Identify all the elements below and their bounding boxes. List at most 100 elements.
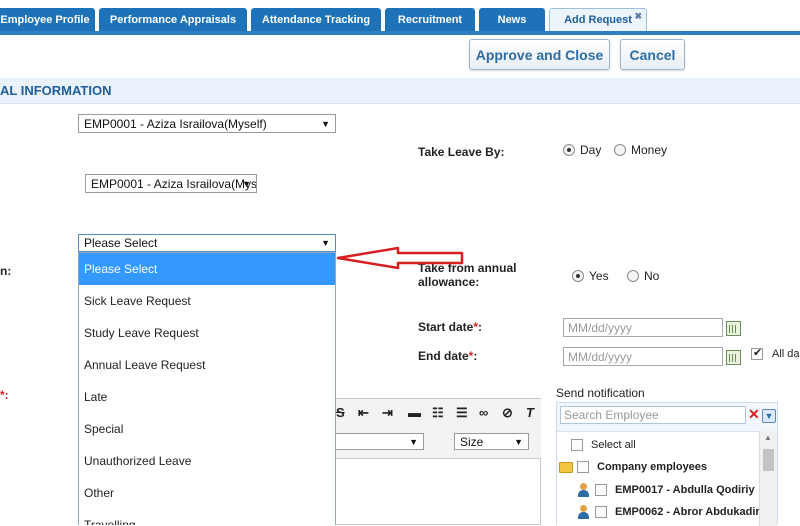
tab-label: Performance Appraisals <box>109 13 237 26</box>
dropdown-option[interactable]: Unauthorized Leave <box>79 445 335 477</box>
request-type-select-value: Please Select <box>84 236 158 250</box>
radio-dot <box>572 270 584 282</box>
checkbox[interactable] <box>595 484 607 496</box>
tree-group-row[interactable]: Company employees <box>559 461 707 473</box>
link-icon[interactable]: ∞ <box>479 405 488 420</box>
radio-label: Day <box>580 143 602 157</box>
dropdown-option[interactable]: Please Select <box>79 253 335 285</box>
request-type-dropdown: Please Select Sick Leave Request Study L… <box>78 252 336 525</box>
employee-select-secondary-value: EMP0001 - Aziza Israilova(Myse <box>91 176 257 191</box>
outdent-icon[interactable]: ⇤ <box>358 405 369 421</box>
tab-label: News <box>497 13 527 26</box>
tab-bar: Employee Profile Performance Appraisals … <box>0 0 800 35</box>
horizontal-rule-icon[interactable]: ▬ <box>408 405 421 420</box>
dropdown-option[interactable]: Annual Leave Request <box>79 349 335 381</box>
dropdown-option[interactable]: Travelling <box>79 509 335 525</box>
required-marker: * <box>473 320 479 334</box>
indent-icon[interactable]: ⇥ <box>382 405 393 421</box>
checkbox-checked: ✔ <box>751 347 763 360</box>
tab-employee-profile[interactable]: Employee Profile <box>0 8 95 31</box>
clear-search-icon[interactable]: ✕ <box>748 406 760 423</box>
tab-recruitment[interactable]: Recruitment <box>385 8 475 31</box>
section-title: AL INFORMATION <box>0 83 112 98</box>
checkbox[interactable] <box>595 506 607 518</box>
tab-news[interactable]: News <box>479 8 545 31</box>
radio-dot <box>614 144 626 156</box>
chevron-down-icon: ▼ <box>321 118 330 129</box>
radio-day[interactable]: Day <box>563 143 601 157</box>
tab-label: Employee Profile <box>0 13 90 26</box>
radio-label: Yes <box>589 269 609 283</box>
chevron-down-icon: ▼ <box>321 238 330 248</box>
strikethrough-icon[interactable]: S <box>336 405 345 420</box>
end-date-label-text: End date <box>418 349 469 363</box>
calendar-icon[interactable] <box>726 321 741 336</box>
employee-tree: Select all Company employees EMP0017 - A… <box>557 431 760 526</box>
radio-label: Money <box>631 143 668 157</box>
employee-label: EMP0062 - Abror Abdukadir <box>615 506 760 518</box>
tree-employee-row[interactable]: EMP0017 - Abdulla Qodiriy <box>577 483 755 497</box>
scroll-up-icon[interactable]: ▲ <box>764 433 772 442</box>
clear-format-icon[interactable]: T <box>526 405 534 420</box>
ordered-list-icon[interactable]: ☷ <box>432 405 444 421</box>
notification-panel: Search Employee ✕ ▼ Select all Company e… <box>556 402 778 526</box>
request-type-select[interactable]: Please Select ▼ <box>78 234 336 252</box>
select-all-row[interactable]: Select all <box>571 439 636 451</box>
dropdown-option[interactable]: Late <box>79 381 335 413</box>
size-select-value: Size <box>460 434 484 449</box>
chevron-down-icon: ▼ <box>242 178 251 189</box>
radio-dot <box>627 270 639 282</box>
dropdown-option[interactable]: Special <box>79 413 335 445</box>
unordered-list-icon[interactable]: ☰ <box>456 405 468 421</box>
radio-yes[interactable]: Yes <box>572 269 609 283</box>
all-day-label: All da <box>772 348 800 360</box>
rich-text-editor[interactable]: S ⇤ ⇥ ▬ ☷ ☰ ∞ ⊘ T ▼ Size ▼ <box>336 398 541 525</box>
font-select[interactable]: ▼ <box>336 433 424 450</box>
group-label: Company employees <box>597 461 708 473</box>
dropdown-option[interactable]: Sick Leave Request <box>79 285 335 317</box>
radio-no[interactable]: No <box>627 269 659 283</box>
tab-performance-appraisals[interactable]: Performance Appraisals <box>99 8 247 31</box>
person-icon <box>577 505 590 519</box>
all-day-checkbox[interactable]: ✔ All da <box>751 347 800 360</box>
employee-select[interactable]: EMP0001 - Aziza Israilova(Myself) ▼ <box>78 114 336 133</box>
tab-attendance-tracking[interactable]: Attendance Tracking <box>251 8 381 31</box>
editor-toolbar: S ⇤ ⇥ ▬ ☷ ☰ ∞ ⊘ T ▼ Size ▼ <box>336 399 541 459</box>
expand-icon[interactable]: ▼ <box>762 409 776 423</box>
radio-money[interactable]: Money <box>614 143 667 157</box>
tab-label: Add Request <box>564 14 632 26</box>
close-icon[interactable]: ✖ <box>634 11 642 22</box>
start-date-input[interactable]: MM/dd/yyyy <box>563 318 723 337</box>
radio-dot <box>563 144 575 156</box>
tab-strip <box>0 31 800 35</box>
scrollbar[interactable]: ▲ <box>759 431 777 526</box>
end-date-input[interactable]: MM/dd/yyyy <box>563 347 723 366</box>
chevron-down-icon: ▼ <box>409 436 418 447</box>
size-select[interactable]: Size ▼ <box>454 433 529 450</box>
folder-icon <box>559 461 573 473</box>
section-header: AL INFORMATION <box>0 78 800 104</box>
start-date-label-text: Start date <box>418 320 474 334</box>
dropdown-option[interactable]: Other <box>79 477 335 509</box>
employee-label: EMP0017 - Abdulla Qodiriy <box>615 484 755 496</box>
tab-add-request[interactable]: Add Request ✖ <box>549 8 647 31</box>
cancel-button[interactable]: Cancel <box>620 39 685 70</box>
checkbox[interactable] <box>571 439 583 451</box>
description-label-fragment: *: <box>0 388 9 402</box>
search-employee-input[interactable]: Search Employee <box>560 406 746 424</box>
checkbox[interactable] <box>577 461 589 473</box>
calendar-icon[interactable] <box>726 350 741 365</box>
person-icon <box>577 483 590 497</box>
take-from-label-line2: allowance: <box>418 275 480 289</box>
approve-and-close-button[interactable]: Approve and Close <box>469 39 610 70</box>
end-date-label: End date*: <box>418 349 478 363</box>
required-marker: * <box>468 349 474 363</box>
scrollbar-thumb[interactable] <box>763 449 774 471</box>
unlink-icon[interactable]: ⊘ <box>502 405 513 421</box>
tab-label: Attendance Tracking <box>261 13 371 26</box>
start-date-label: Start date*: <box>418 320 483 334</box>
dropdown-option[interactable]: Study Leave Request <box>79 317 335 349</box>
employee-select-secondary[interactable]: EMP0001 - Aziza Israilova(Myse ▼ <box>85 174 257 193</box>
red-arrow-icon <box>336 246 464 270</box>
tree-employee-row[interactable]: EMP0062 - Abror Abdukadir <box>577 505 760 519</box>
